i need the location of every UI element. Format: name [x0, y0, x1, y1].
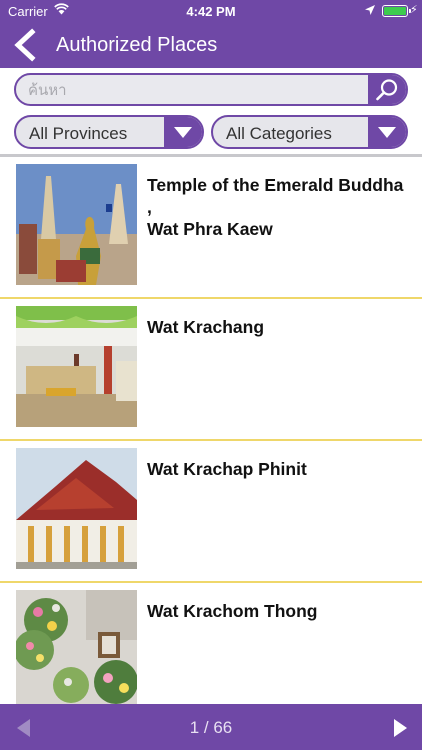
place-name: Wat Krachom Thong [147, 601, 318, 621]
search-bar [14, 73, 408, 106]
search-button[interactable] [368, 75, 406, 104]
place-name: Wat Krachang [147, 317, 265, 337]
next-page-icon[interactable] [392, 717, 410, 739]
triangle-down-icon [378, 127, 396, 138]
places-list[interactable]: Temple of the Emerald Buddha , Wat Phra … [0, 157, 422, 704]
list-item[interactable]: Wat Krachang [0, 299, 422, 441]
search-input[interactable] [28, 75, 368, 104]
place-thumbnail [16, 306, 137, 427]
status-time: 4:42 PM [186, 4, 236, 19]
back-chevron-icon[interactable] [10, 28, 40, 62]
list-item[interactable]: Wat Krachap Phinit [0, 441, 422, 583]
place-thumbnail [16, 590, 137, 704]
battery-icon [382, 5, 411, 17]
list-item[interactable]: Temple of the Emerald Buddha , Wat Phra … [0, 157, 422, 299]
status-bar: Carrier 4:42 PM ⚡ [0, 0, 422, 22]
category-dropdown-button[interactable] [368, 117, 406, 147]
category-dropdown-label: All Categories [226, 124, 332, 143]
list-item[interactable]: Wat Krachom Thong [0, 583, 422, 704]
charging-bolt-icon: ⚡ [410, 4, 418, 16]
place-thumbnail [16, 164, 137, 285]
place-thumbnail [16, 448, 137, 569]
page-indicator: 1 / 66 [189, 718, 233, 737]
province-dropdown-label: All Provinces [29, 124, 128, 143]
page-title: Authorized Places [56, 34, 218, 56]
search-icon [376, 79, 398, 101]
province-dropdown[interactable]: All Provinces [14, 115, 204, 149]
province-dropdown-button[interactable] [164, 117, 202, 147]
pagination-bar: 1 / 66 [0, 704, 422, 750]
place-name: Temple of the Emerald Buddha , Wat Phra … [147, 175, 404, 239]
category-dropdown[interactable]: All Categories [211, 115, 408, 149]
location-arrow-icon [365, 5, 375, 15]
nav-bar: Authorized Places [0, 22, 422, 68]
place-name: Wat Krachap Phinit [147, 459, 307, 479]
filter-area: All Provinces All Categories [0, 68, 422, 154]
triangle-down-icon [174, 127, 192, 138]
